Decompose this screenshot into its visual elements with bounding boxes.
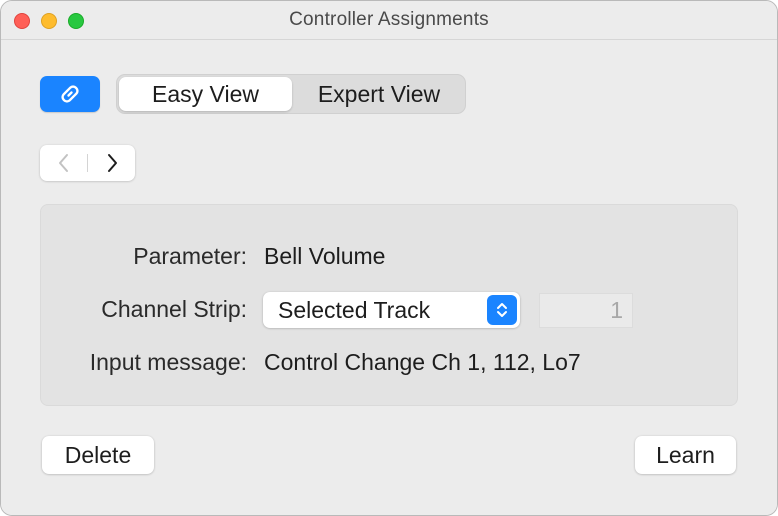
parameter-value: Bell Volume <box>264 243 386 269</box>
parameter-label: Parameter: <box>133 243 247 269</box>
chevron-right-icon <box>107 154 117 172</box>
view-mode-segmented-control: Easy View Expert View <box>116 74 466 114</box>
select-stepper-icon <box>487 295 517 325</box>
title-bar: Controller Assignments <box>1 1 777 40</box>
input-message-label: Input message: <box>89 349 247 375</box>
delete-button[interactable]: Delete <box>42 436 154 474</box>
channel-strip-select-value: Selected Track <box>278 297 431 323</box>
tab-expert-view[interactable]: Expert View <box>294 77 464 111</box>
assignment-panel: Parameter: Bell Volume Channel Strip: Se… <box>40 204 738 406</box>
channel-strip-number-field: 1 <box>539 293 633 328</box>
link-icon <box>61 85 79 103</box>
channel-strip-select[interactable]: Selected Track <box>263 292 520 328</box>
input-message-value: Control Change Ch 1, 112, Lo7 <box>264 349 581 375</box>
chevron-left-icon <box>58 154 68 172</box>
learn-button[interactable]: Learn <box>635 436 736 474</box>
channel-strip-number: 1 <box>610 297 623 323</box>
next-button[interactable] <box>88 145 135 181</box>
controller-assignments-window: Controller Assignments Easy View Expert … <box>0 0 778 516</box>
window-content: Easy View Expert View Parameter: Bell Vo… <box>1 40 777 515</box>
channel-strip-label: Channel Strip: <box>101 296 247 322</box>
previous-button[interactable] <box>40 145 87 181</box>
window-title: Controller Assignments <box>289 9 489 30</box>
tab-easy-view[interactable]: Easy View <box>119 77 292 111</box>
navigation-buttons <box>40 145 135 181</box>
link-button[interactable] <box>40 76 100 112</box>
